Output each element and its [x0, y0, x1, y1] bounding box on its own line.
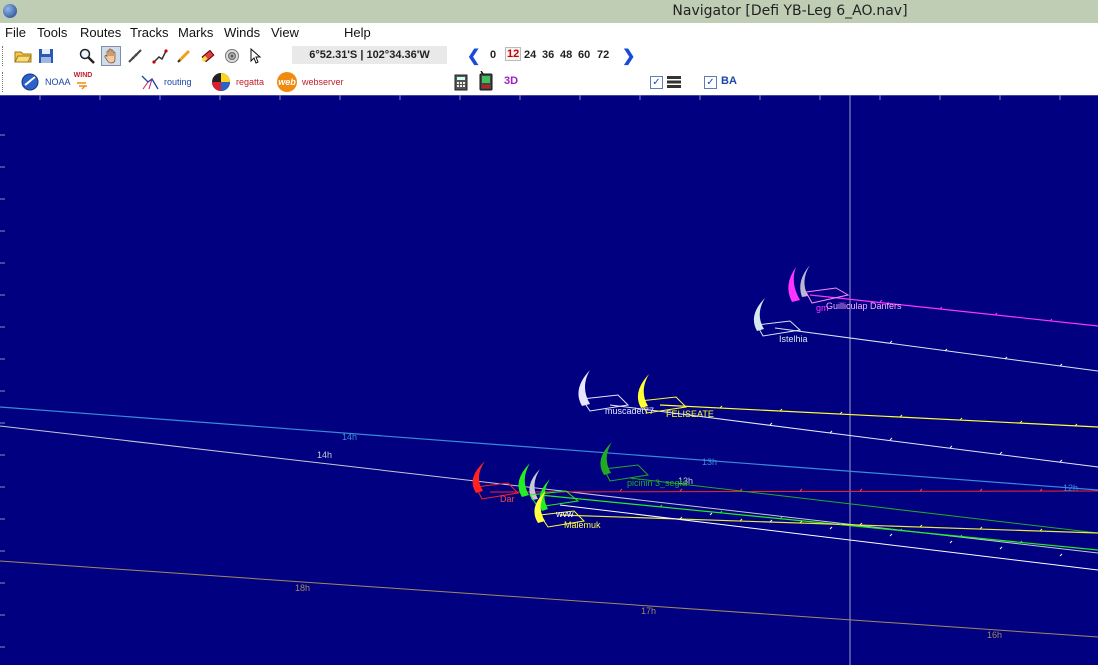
calculator-icon[interactable]: [451, 72, 471, 92]
menu-routes[interactable]: Routes: [80, 25, 121, 40]
zoom-icon[interactable]: [77, 46, 97, 66]
eraser-icon[interactable]: [198, 46, 218, 66]
boat-label-istelhia: Istelhia: [779, 334, 808, 344]
boat-label-picinin: picinin 3_segfa: [627, 478, 687, 488]
map-view[interactable]: 14h 14h 13h 13h 12h 18h 17h 16h gm Guill…: [0, 95, 1098, 665]
hour-label-17h: 17h: [641, 606, 656, 616]
pencil-icon[interactable]: [174, 46, 194, 66]
track-white: [559, 504, 1098, 571]
app-icon[interactable]: [3, 4, 17, 18]
noaa-label[interactable]: NOAA: [45, 77, 71, 87]
wind-icon[interactable]: WIND: [72, 71, 94, 91]
boat-istelhia[interactable]: Istelhia: [753, 298, 808, 344]
service-toolbar: NOAA WIND routing regatta web webserver …: [0, 69, 1098, 95]
ba-checkbox[interactable]: ✓: [704, 76, 717, 89]
track-ticks-yellow: [679, 405, 1078, 532]
open-folder-icon[interactable]: [13, 46, 33, 66]
routing-icon[interactable]: [140, 72, 160, 92]
window-title: Navigator [Defi YB-Leg 6_AO.nav]: [672, 3, 908, 19]
route-line-blue: [0, 406, 1098, 491]
toolbar-grip-2[interactable]: [2, 72, 5, 92]
next-time-arrow-icon[interactable]: ❯: [622, 46, 635, 66]
target-icon[interactable]: [222, 46, 242, 66]
webserver-icon[interactable]: web: [277, 72, 297, 92]
boat-dar[interactable]: Dar: [472, 461, 520, 504]
save-icon[interactable]: [36, 46, 56, 66]
menu-help[interactable]: Help: [344, 25, 371, 40]
hour-24[interactable]: 24: [524, 49, 536, 61]
routing-label[interactable]: routing: [164, 77, 192, 87]
boat-picinin[interactable]: picinin 3_segfa: [600, 442, 687, 488]
menu-bar: File Tools Routes Tracks Marks Winds Vie…: [0, 23, 1098, 43]
cursor-coordinates: 6°52.31'S | 102°34.36'W: [292, 46, 447, 64]
webserver-label[interactable]: webserver: [302, 77, 344, 87]
hour-36[interactable]: 36: [542, 49, 554, 61]
wind-label: WIND: [73, 72, 93, 79]
menu-tools[interactable]: Tools: [37, 25, 67, 40]
hour-0[interactable]: 0: [490, 49, 496, 61]
view-3d-button[interactable]: 3D: [504, 75, 518, 87]
map-canvas[interactable]: 14h 14h 13h 13h 12h 18h 17h 16h gm Guill…: [0, 95, 1098, 665]
layers-icon[interactable]: [664, 72, 684, 92]
previous-time-arrow-icon[interactable]: ❮: [467, 46, 480, 66]
hour-label-13h-blue: 13h: [702, 457, 717, 467]
track-istelhia: [774, 327, 1098, 372]
boat-guilliculap[interactable]: gm Guilliculap Danfers: [788, 265, 902, 313]
main-toolbar: 6°52.31'S | 102°34.36'W ❮ 0 12 24 36 48 …: [0, 43, 1098, 69]
measure-icon[interactable]: [125, 46, 145, 66]
hour-label-14h-white: 14h: [317, 450, 332, 460]
track-green-bright: [539, 494, 1098, 551]
boat-label-muscadet: muscadet77: [605, 406, 654, 416]
hour-label-14h-blue: 14h: [342, 432, 357, 442]
noaa-globe-icon[interactable]: [20, 72, 40, 92]
ba-label: BA: [721, 75, 737, 87]
hour-48[interactable]: 48: [560, 49, 572, 61]
track-dar: [489, 490, 1098, 493]
menu-marks[interactable]: Marks: [178, 25, 213, 40]
boat-label-wvw: wvw: [555, 509, 574, 519]
menu-view[interactable]: View: [271, 25, 299, 40]
hour-label-16h: 16h: [987, 630, 1002, 640]
pointer-icon[interactable]: [246, 46, 266, 66]
hour-72[interactable]: 72: [597, 49, 609, 61]
route-draw-icon[interactable]: [150, 46, 170, 66]
menu-file[interactable]: File: [5, 25, 26, 40]
track-feliseate: [659, 404, 1098, 428]
hour-12[interactable]: 12: [505, 47, 522, 61]
boat-label-feliseate: FELISEATE: [666, 409, 714, 419]
title-bar: Navigator [Defi YB-Leg 6_AO.nav]: [0, 0, 1098, 23]
hour-label-18h: 18h: [295, 583, 310, 593]
route-line-tan: [0, 560, 1098, 638]
pan-hand-icon[interactable]: [101, 46, 121, 66]
boat-label-dar: Dar: [500, 494, 515, 504]
map-ruler: [0, 95, 1098, 648]
toolbar-grip[interactable]: [2, 46, 5, 66]
menu-tracks[interactable]: Tracks: [130, 25, 169, 40]
regatta-icon[interactable]: [211, 72, 231, 92]
menu-winds[interactable]: Winds: [224, 25, 260, 40]
track-ticks: [709, 340, 1063, 557]
boat-feliseate[interactable]: FELISEATE: [637, 374, 714, 419]
gps-device-icon[interactable]: [476, 71, 496, 91]
hour-label-12h: 12h: [1063, 483, 1078, 493]
hour-60[interactable]: 60: [578, 49, 590, 61]
boat-label-guilliculap: Guilliculap Danfers: [826, 301, 902, 311]
regatta-label[interactable]: regatta: [236, 77, 264, 87]
layers-checkbox[interactable]: ✓: [650, 76, 663, 89]
boat-label-malemuk: Malemuk: [564, 520, 601, 530]
